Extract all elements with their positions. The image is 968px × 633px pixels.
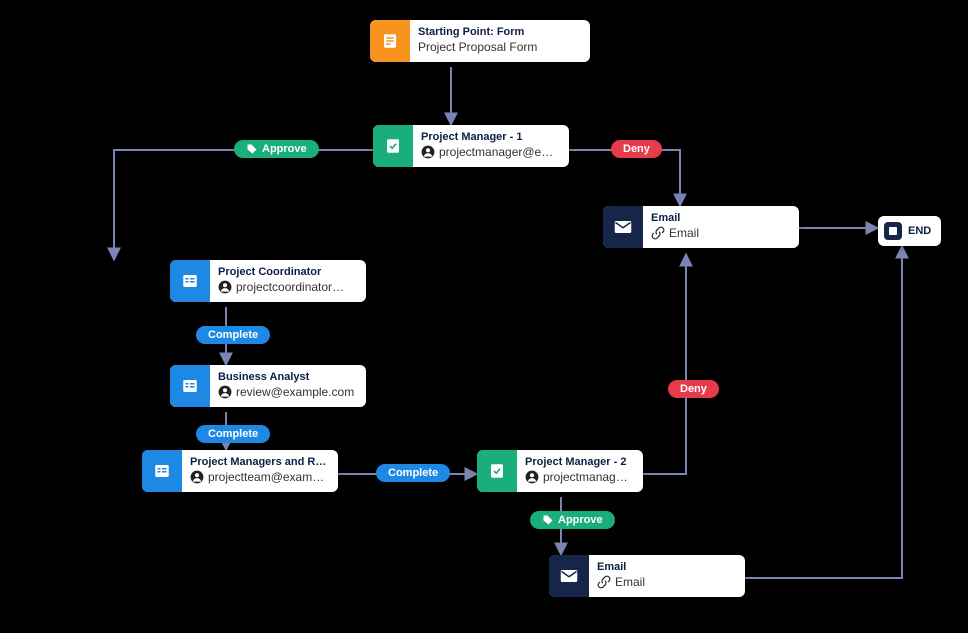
node-email1[interactable]: Email Email (603, 206, 799, 248)
node-pmrev[interactable]: Project Managers and Revie... projecttea… (142, 450, 338, 492)
form-icon (370, 20, 410, 62)
node-title: Starting Point: Form (418, 26, 580, 38)
person-icon (218, 280, 232, 294)
badge-complete: Complete (196, 326, 270, 344)
badge-approve: Approve (530, 511, 615, 529)
badge-complete: Complete (196, 425, 270, 443)
node-sub: Project Proposal Form (418, 40, 537, 54)
person-icon (190, 470, 204, 484)
node-ba[interactable]: Business Analyst review@example.com (170, 365, 366, 407)
node-pm2[interactable]: Project Manager - 2 projectmanager@exa..… (477, 450, 643, 492)
node-sub: projectcoordinator@e... (236, 280, 356, 294)
node-sub: Email (615, 575, 645, 589)
node-sub: projectteam@exampl... (208, 470, 328, 484)
node-sub: review@example.com (236, 385, 354, 399)
mail-icon (549, 555, 589, 597)
badge-deny: Deny (668, 380, 719, 398)
task-icon (170, 365, 210, 407)
link-icon (651, 226, 665, 240)
node-title: Business Analyst (218, 371, 356, 383)
tag-icon (246, 143, 258, 155)
node-end[interactable]: END (878, 216, 941, 246)
approval-icon (477, 450, 517, 492)
mail-icon (603, 206, 643, 248)
person-icon (218, 385, 232, 399)
node-title: Project Manager - 2 (525, 456, 633, 468)
node-title: Project Managers and Revie... (190, 456, 328, 468)
node-title: Project Manager - 1 (421, 131, 559, 143)
stop-icon (884, 222, 902, 240)
link-icon (597, 575, 611, 589)
person-icon (421, 145, 435, 159)
node-sub: projectmanager@exa... (439, 145, 559, 159)
node-sub: projectmanager@exa... (543, 470, 633, 484)
badge-deny: Deny (611, 140, 662, 158)
task-icon (142, 450, 182, 492)
badge-approve: Approve (234, 140, 319, 158)
node-title: Email (597, 561, 735, 573)
tag-icon (542, 514, 554, 526)
approval-icon (373, 125, 413, 167)
node-email2[interactable]: Email Email (549, 555, 745, 597)
node-pm1[interactable]: Project Manager - 1 projectmanager@exa..… (373, 125, 569, 167)
node-title: Project Coordinator (218, 266, 356, 278)
person-icon (525, 470, 539, 484)
node-coordinator[interactable]: Project Coordinator projectcoordinator@e… (170, 260, 366, 302)
node-start[interactable]: Starting Point: Form Project Proposal Fo… (370, 20, 590, 62)
end-label: END (908, 225, 931, 237)
connectors (0, 0, 968, 633)
task-icon (170, 260, 210, 302)
node-title: Email (651, 212, 789, 224)
node-sub: Email (669, 226, 699, 240)
badge-complete: Complete (376, 464, 450, 482)
